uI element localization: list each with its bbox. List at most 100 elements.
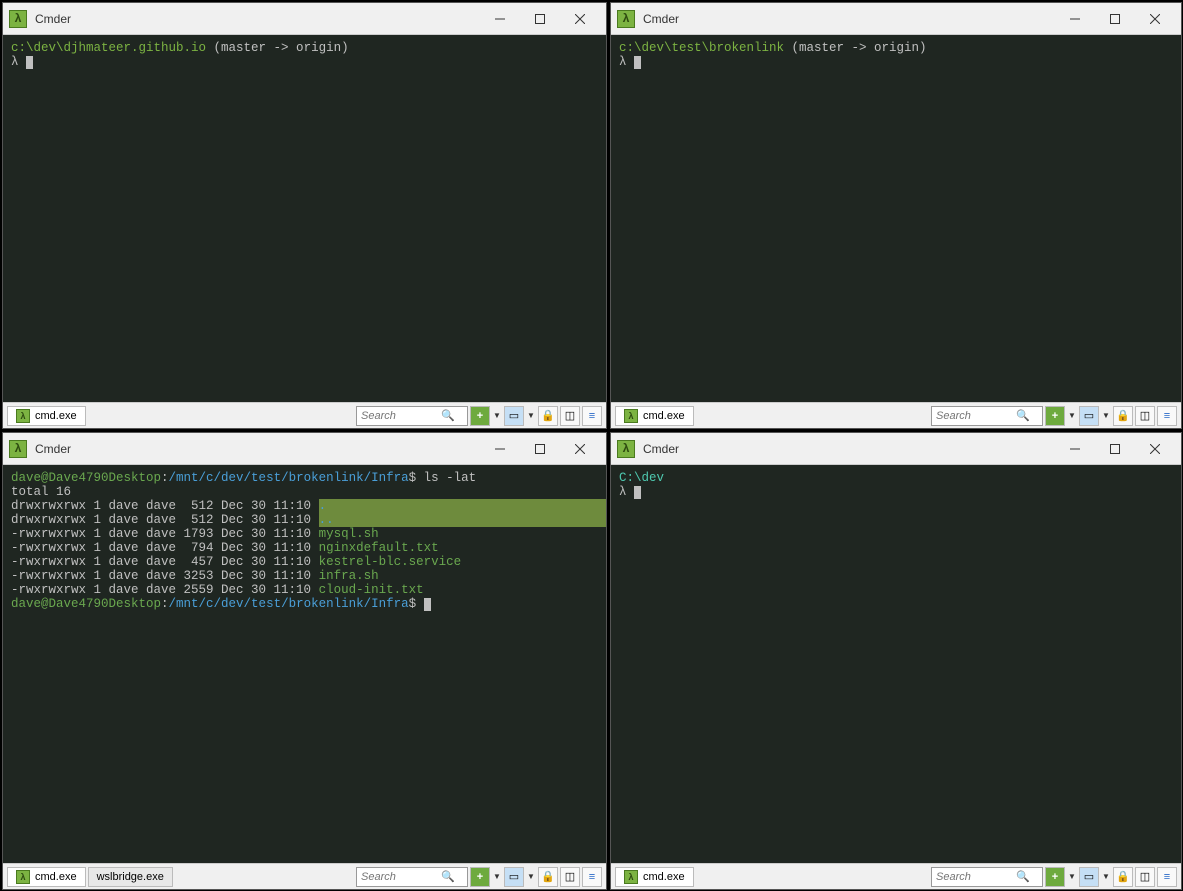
terminal-area[interactable]: C:\dev λ	[611, 465, 1181, 863]
maximize-button[interactable]	[520, 434, 560, 464]
terminal-area[interactable]: c:\dev\test\brokenlink (master -> origin…	[611, 35, 1181, 402]
cmder-window-1: λ Cmder c:\dev\test\brokenlink (master -…	[610, 2, 1182, 429]
ls-total: total 16	[11, 485, 71, 499]
prompt-colon: :	[161, 597, 169, 611]
tab-logo-icon: λ	[624, 409, 638, 423]
ls-row-perm: -rwxrwxrwx 1 dave dave 2559 Dec 30 11:10	[11, 583, 319, 597]
ls-row-perm: -rwxrwxrwx 1 dave dave 794 Dec 30 11:10	[11, 541, 319, 555]
terminal-area[interactable]: dave@Dave4790Desktop:/mnt/c/dev/test/bro…	[3, 465, 606, 863]
prompt-dollar: $	[409, 471, 424, 485]
search-icon[interactable]: 🔍	[1016, 870, 1030, 883]
close-button[interactable]	[1135, 4, 1175, 34]
window-dropdown-icon[interactable]: ▼	[1101, 872, 1111, 881]
new-tab-dropdown-icon[interactable]: ▼	[1067, 872, 1077, 881]
close-button[interactable]	[1135, 434, 1175, 464]
tab-label: cmd.exe	[643, 410, 685, 422]
menu-button[interactable]: ≡	[1157, 867, 1177, 887]
search-box[interactable]: 🔍	[356, 406, 468, 426]
app-logo-icon: λ	[9, 440, 27, 458]
window-list-button[interactable]: ▭	[504, 406, 524, 426]
close-button[interactable]	[560, 4, 600, 34]
menu-button[interactable]: ≡	[582, 867, 602, 887]
lock-button[interactable]: 🔒	[538, 867, 558, 887]
search-icon[interactable]: 🔍	[1016, 409, 1030, 422]
statusbar: λ cmd.exe 🔍 + ▼ ▭ ▼ 🔒 ◫ ≡	[3, 402, 606, 428]
window-list-button[interactable]: ▭	[1079, 867, 1099, 887]
window-dropdown-icon[interactable]: ▼	[1101, 411, 1111, 420]
statusbar: λ cmd.exe 🔍 + ▼ ▭ ▼ 🔒 ◫ ≡	[611, 402, 1181, 428]
new-tab-dropdown-icon[interactable]: ▼	[1067, 411, 1077, 420]
window-list-button[interactable]: ▭	[1079, 406, 1099, 426]
minimize-button[interactable]	[480, 4, 520, 34]
search-box[interactable]: 🔍	[356, 867, 468, 887]
prompt-branch: (master -> origin)	[784, 41, 927, 55]
search-input[interactable]	[361, 871, 441, 883]
maximize-button[interactable]	[1095, 4, 1135, 34]
search-input[interactable]	[936, 410, 1016, 422]
cursor-icon	[634, 486, 641, 499]
minimize-button[interactable]	[1055, 434, 1095, 464]
app-logo-icon: λ	[617, 10, 635, 28]
search-icon[interactable]: 🔍	[441, 409, 455, 422]
search-input[interactable]	[936, 871, 1016, 883]
toggle-button[interactable]: ◫	[560, 867, 580, 887]
tab-cmd[interactable]: λ cmd.exe	[615, 406, 694, 426]
maximize-button[interactable]	[520, 4, 560, 34]
prompt-lambda: λ	[619, 485, 634, 499]
ls-row-name-file: mysql.sh	[319, 527, 379, 541]
tab-cmd[interactable]: λ cmd.exe	[615, 867, 694, 887]
menu-button[interactable]: ≡	[582, 406, 602, 426]
titlebar[interactable]: λ Cmder	[611, 433, 1181, 465]
window-title: Cmder	[643, 442, 1055, 456]
titlebar[interactable]: λ Cmder	[611, 3, 1181, 35]
prompt-colon: :	[161, 471, 169, 485]
search-icon[interactable]: 🔍	[441, 870, 455, 883]
new-tab-dropdown-icon[interactable]: ▼	[492, 411, 502, 420]
search-input[interactable]	[361, 410, 441, 422]
app-logo-icon: λ	[617, 440, 635, 458]
command-text: ls -lat	[424, 471, 477, 485]
toggle-button[interactable]: ◫	[1135, 867, 1155, 887]
menu-button[interactable]: ≡	[1157, 406, 1177, 426]
toggle-button[interactable]: ◫	[560, 406, 580, 426]
prompt-lambda: λ	[11, 55, 26, 69]
tab-cmd[interactable]: λ cmd.exe	[7, 867, 86, 887]
window-list-button[interactable]: ▭	[504, 867, 524, 887]
cmder-window-2: λ Cmder dave@Dave4790Desktop:/mnt/c/dev/…	[2, 432, 607, 890]
ls-row-name-file: cloud-init.txt	[319, 583, 424, 597]
new-tab-button[interactable]: +	[1045, 867, 1065, 887]
new-tab-dropdown-icon[interactable]: ▼	[492, 872, 502, 881]
tab-cmd[interactable]: λ cmd.exe	[7, 406, 86, 426]
window-title: Cmder	[643, 12, 1055, 26]
tab-label: cmd.exe	[35, 410, 77, 422]
statusbar: λ cmd.exe 🔍 + ▼ ▭ ▼ 🔒 ◫ ≡	[611, 863, 1181, 889]
lock-button[interactable]: 🔒	[538, 406, 558, 426]
prompt-lambda: λ	[619, 55, 634, 69]
tab-wslbridge[interactable]: wslbridge.exe	[88, 867, 173, 887]
minimize-button[interactable]	[480, 434, 520, 464]
new-tab-button[interactable]: +	[470, 867, 490, 887]
window-dropdown-icon[interactable]: ▼	[526, 411, 536, 420]
titlebar[interactable]: λ Cmder	[3, 433, 606, 465]
search-box[interactable]: 🔍	[931, 867, 1043, 887]
cmder-window-0: λ Cmder c:\dev\djhmateer.github.io (mast…	[2, 2, 607, 429]
ls-row-name-dir: ..	[319, 513, 606, 527]
terminal-area[interactable]: c:\dev\djhmateer.github.io (master -> or…	[3, 35, 606, 402]
ls-row-perm: drwxrwxrwx 1 dave dave 512 Dec 30 11:10	[11, 499, 319, 513]
prompt-dollar: $	[409, 597, 424, 611]
minimize-button[interactable]	[1055, 4, 1095, 34]
lock-button[interactable]: 🔒	[1113, 406, 1133, 426]
search-box[interactable]: 🔍	[931, 406, 1043, 426]
prompt-branch: (master -> origin)	[206, 41, 349, 55]
prompt-path: /mnt/c/dev/test/brokenlink/Infra	[169, 471, 409, 485]
new-tab-button[interactable]: +	[1045, 406, 1065, 426]
lock-button[interactable]: 🔒	[1113, 867, 1133, 887]
cursor-icon	[634, 56, 641, 69]
titlebar[interactable]: λ Cmder	[3, 3, 606, 35]
window-dropdown-icon[interactable]: ▼	[526, 872, 536, 881]
new-tab-button[interactable]: +	[470, 406, 490, 426]
close-button[interactable]	[560, 434, 600, 464]
toggle-button[interactable]: ◫	[1135, 406, 1155, 426]
tab-label: cmd.exe	[35, 871, 77, 883]
maximize-button[interactable]	[1095, 434, 1135, 464]
